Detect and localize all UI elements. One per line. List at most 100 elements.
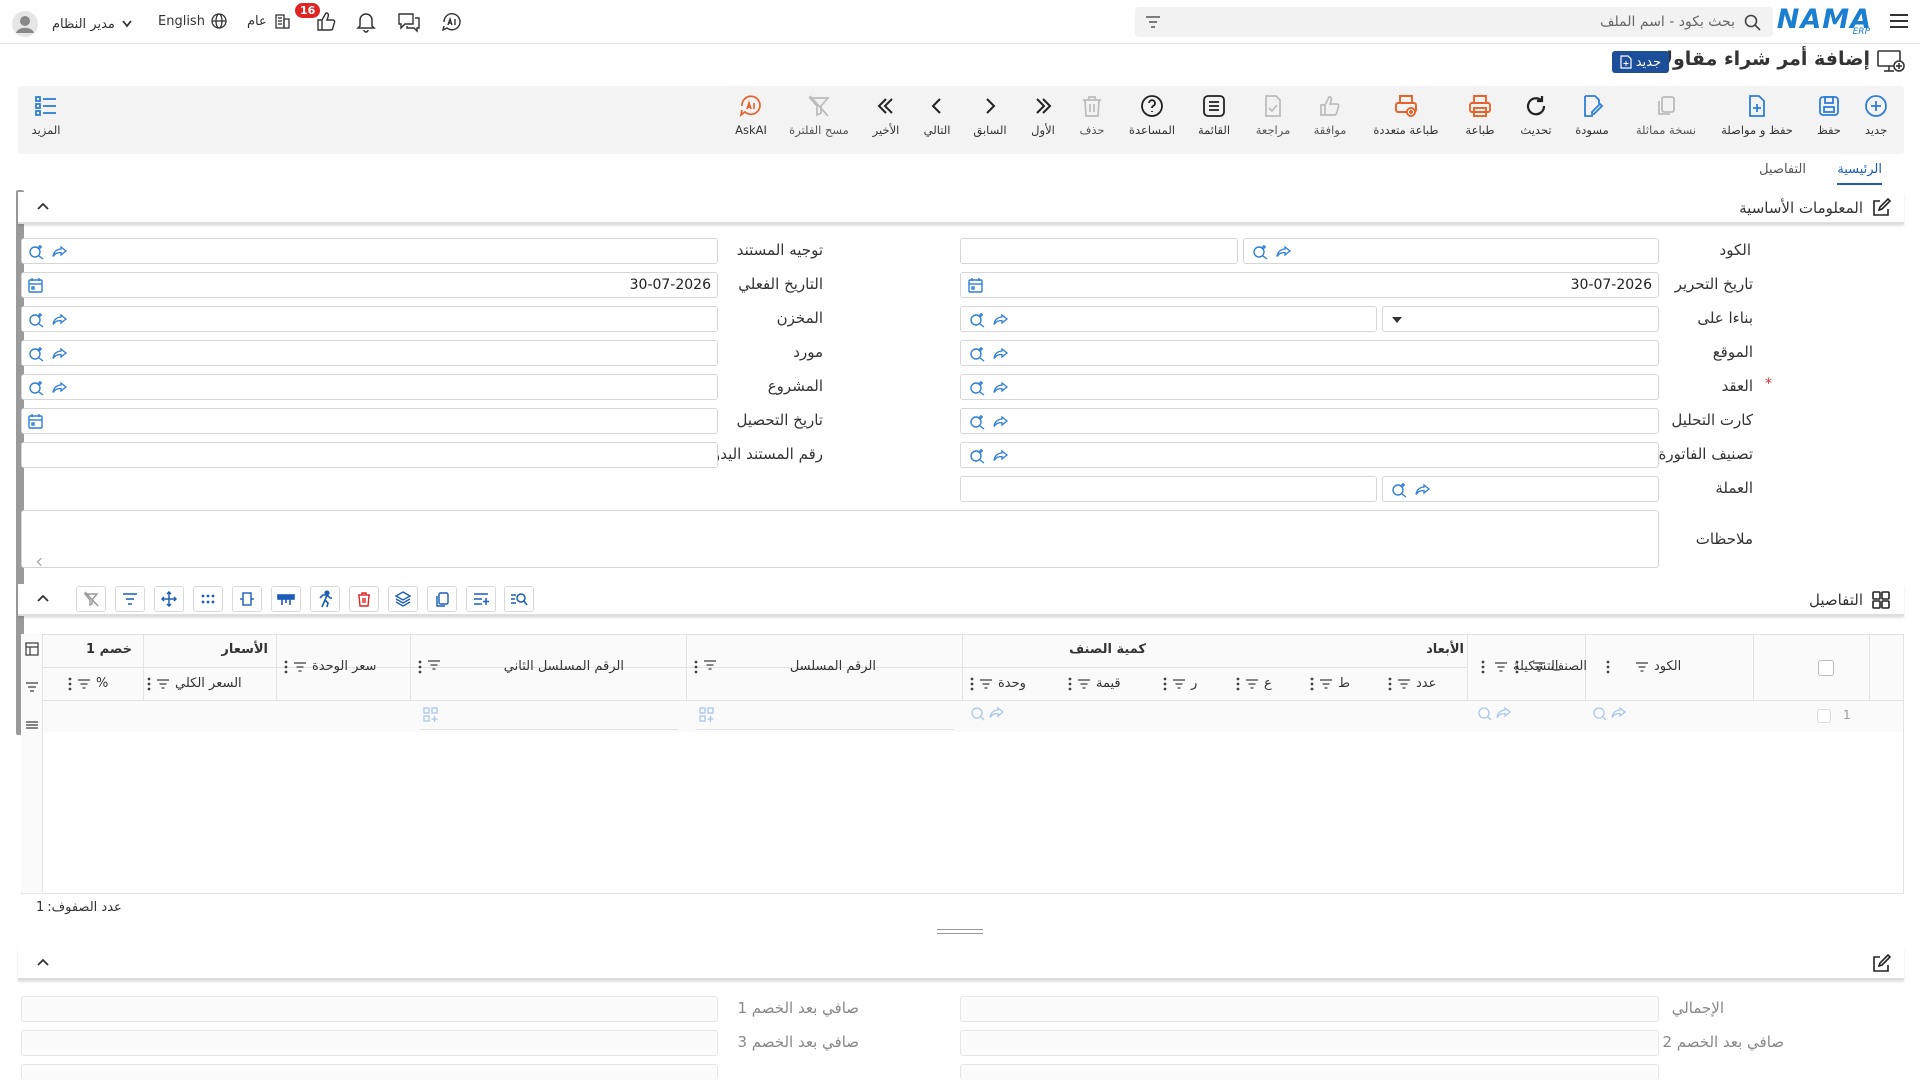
grid-layers-button[interactable]	[388, 586, 418, 612]
lookup-icon[interactable]	[28, 312, 44, 328]
row-lookup-icon[interactable]	[1477, 705, 1513, 721]
currency-rate-field[interactable]	[960, 476, 1377, 502]
collapse-icon[interactable]	[36, 957, 50, 967]
row-checkbox[interactable]	[1817, 709, 1831, 723]
nama-logo[interactable]: NAMA ERP	[1777, 4, 1872, 38]
kebab-icon[interactable]	[147, 677, 151, 691]
currency-field[interactable]	[1382, 476, 1659, 502]
share-icon[interactable]	[1276, 244, 1292, 260]
grid-move-button[interactable]	[154, 586, 184, 612]
kebab-icon[interactable]	[694, 660, 698, 674]
collapse-icon[interactable]	[36, 593, 50, 603]
filter-icon[interactable]	[78, 678, 90, 689]
help-button[interactable]: المساعدة	[1122, 94, 1182, 137]
col-header-config[interactable]: التشكيلة	[1481, 659, 1558, 674]
contract-field[interactable]	[960, 374, 1659, 400]
share-icon[interactable]	[993, 448, 1009, 464]
share-icon[interactable]	[52, 244, 68, 260]
last-button[interactable]: الأخير	[856, 94, 916, 137]
next-button[interactable]: التالي	[907, 94, 967, 137]
grid-copy-button[interactable]	[427, 586, 457, 612]
filter-panel-icon[interactable]	[25, 680, 39, 694]
site-field[interactable]	[960, 340, 1659, 366]
filter-icon[interactable]	[1145, 15, 1161, 29]
col-header-total-price[interactable]: السعر الكلي	[147, 676, 242, 691]
row-lookup-icon[interactable]	[970, 705, 1006, 721]
col-header-value[interactable]: قيمة	[1068, 676, 1121, 691]
menu-icon[interactable]	[1888, 11, 1910, 31]
resize-splitter[interactable]	[937, 929, 983, 934]
grid-delete-button[interactable]	[349, 586, 379, 612]
share-icon[interactable]	[993, 380, 1009, 396]
edit-date-field[interactable]: 30-07-2026	[960, 272, 1659, 298]
col-header-t[interactable]: ط	[1310, 676, 1350, 691]
refresh-button[interactable]: تحديث	[1506, 94, 1566, 137]
col-header-unit-price[interactable]: سعر الوحدة	[284, 659, 376, 674]
share-icon[interactable]	[1415, 482, 1431, 498]
lookup-icon[interactable]	[28, 380, 44, 396]
code-secondary-field[interactable]	[960, 238, 1238, 264]
first-button[interactable]: الأول	[1013, 94, 1073, 137]
col-header-a[interactable]: ع	[1236, 676, 1272, 691]
list-button[interactable]: القائمة	[1184, 94, 1244, 137]
lookup-icon[interactable]	[969, 448, 985, 464]
filter-icon[interactable]	[1320, 678, 1332, 689]
kebab-icon[interactable]	[1236, 677, 1240, 691]
grid-dots-button[interactable]	[193, 586, 223, 612]
row-menu-icon[interactable]	[25, 718, 39, 732]
kebab-icon[interactable]	[1310, 677, 1314, 691]
col-header-r[interactable]: ر	[1163, 676, 1197, 691]
tab-main[interactable]: الرئيسية	[1837, 162, 1882, 185]
warehouse-field[interactable]	[21, 306, 718, 332]
collection-date-field[interactable]	[21, 408, 718, 434]
col-header-serial2[interactable]: الرقم المسلسل الثاني	[418, 659, 680, 674]
calendar-icon[interactable]	[968, 278, 983, 293]
supplier-field[interactable]	[21, 340, 718, 366]
tab-details[interactable]: التفاصيل	[1759, 162, 1806, 177]
filter-icon[interactable]	[1173, 678, 1185, 689]
grid-insert-row-button[interactable]	[466, 586, 496, 612]
columns-panel-icon[interactable]	[25, 642, 39, 656]
grid-filter-button[interactable]	[115, 586, 145, 612]
grid-clear-filter-button[interactable]	[76, 586, 106, 612]
lookup-icon[interactable]	[969, 346, 985, 362]
lookup-icon[interactable]	[969, 312, 985, 328]
lookup-icon[interactable]	[28, 346, 44, 362]
kebab-icon[interactable]	[1606, 660, 1610, 674]
kebab-icon[interactable]	[1481, 660, 1485, 674]
calendar-icon[interactable]	[28, 278, 43, 293]
filter-icon[interactable]	[428, 659, 440, 674]
col-header-count[interactable]: عدد	[1388, 676, 1436, 691]
details-title-wrap[interactable]: التفاصيل	[1809, 590, 1891, 610]
share-icon[interactable]	[993, 312, 1009, 328]
review-button[interactable]: مراجعة	[1243, 94, 1303, 137]
save-continue-button[interactable]: حفظ و مواصلة	[1721, 94, 1793, 137]
filter-icon[interactable]	[980, 678, 992, 689]
previous-button[interactable]: السابق	[960, 94, 1020, 137]
lookup-icon[interactable]	[1391, 482, 1407, 498]
resize-handle-icon[interactable]	[36, 557, 46, 567]
filter-icon[interactable]	[294, 661, 306, 672]
collapse-icon[interactable]	[36, 201, 50, 211]
col-header-percent[interactable]: %	[68, 676, 108, 691]
kebab-icon[interactable]	[418, 660, 422, 674]
share-icon[interactable]	[52, 380, 68, 396]
filter-icon[interactable]	[1398, 678, 1410, 689]
bell-icon[interactable]	[356, 11, 376, 33]
filter-icon[interactable]	[1495, 661, 1507, 672]
code-field[interactable]	[1243, 238, 1659, 264]
chat-icon[interactable]	[397, 11, 421, 33]
save-button[interactable]: حفظ	[1799, 94, 1859, 137]
lookup-icon[interactable]	[28, 244, 44, 260]
project-field[interactable]	[21, 374, 718, 400]
based-on-select[interactable]	[1382, 306, 1659, 332]
calendar-icon[interactable]	[28, 414, 43, 429]
print-button[interactable]: طباعة	[1450, 94, 1510, 137]
col-header-serial[interactable]: الرقم المسلسل	[694, 659, 956, 674]
draft-button[interactable]: مسودة	[1562, 94, 1622, 137]
serial2-add-icon[interactable]	[423, 707, 439, 723]
actual-date-field[interactable]: 30-07-2026	[21, 272, 718, 298]
copy-button[interactable]: نسخة مماثلة	[1636, 94, 1696, 137]
analysis-card-field[interactable]	[960, 408, 1659, 434]
row-lookup-icon[interactable]	[1592, 705, 1628, 721]
